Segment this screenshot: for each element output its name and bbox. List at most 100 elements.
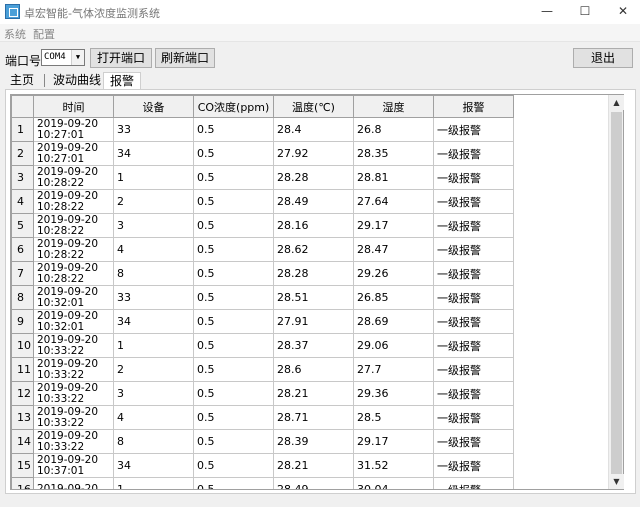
co-cell[interactable]: 0.5 (193, 429, 274, 454)
device-cell[interactable]: 4 (113, 405, 194, 430)
vertical-scrollbar[interactable]: ▲ ▼ (608, 95, 624, 489)
alarm-cell[interactable]: 一级报警 (433, 237, 514, 262)
scroll-up-icon[interactable]: ▲ (609, 95, 624, 110)
table-row[interactable]: 2 2019-09-20 10:27:01 34 0.5 27.92 28.35 一级报警 (11, 141, 611, 166)
temperature-cell[interactable]: 28.51 (273, 285, 354, 310)
time-cell[interactable]: 2019-09-20 10:33:22 (33, 429, 114, 454)
co-cell[interactable]: 0.5 (193, 189, 274, 214)
time-cell[interactable]: 2019-09-20 10:28:22 (33, 165, 114, 190)
device-cell[interactable]: 1 (113, 333, 194, 358)
alarm-cell[interactable]: 一级报警 (433, 117, 514, 142)
tab-alarm[interactable]: 报警 (103, 72, 141, 90)
temperature-cell[interactable]: 27.92 (273, 141, 354, 166)
temperature-cell[interactable]: 28.49 (273, 189, 354, 214)
alarm-cell[interactable]: 一级报警 (433, 261, 514, 286)
device-cell[interactable]: 8 (113, 261, 194, 286)
time-cell[interactable]: 2019-09-20 10:32:01 (33, 309, 114, 334)
humidity-cell[interactable]: 30.04 (353, 477, 434, 489)
co-cell[interactable]: 0.5 (193, 213, 274, 238)
table-row[interactable]: 3 2019-09-20 10:28:22 1 0.5 28.28 28.81 一级报警 (11, 165, 611, 190)
temperature-cell[interactable]: 28.28 (273, 165, 354, 190)
chevron-down-icon[interactable]: ▼ (71, 50, 84, 65)
tab-curve[interactable]: 波动曲线 (49, 72, 105, 89)
device-cell[interactable]: 2 (113, 357, 194, 382)
alarm-grid[interactable]: 时间 设备 CO浓度(ppm) 温度(℃) 湿度 报警 1 2019-09-20 1… (10, 94, 624, 490)
device-cell[interactable]: 33 (113, 285, 194, 310)
temperature-cell[interactable]: 28.39 (273, 429, 354, 454)
humidity-cell[interactable]: 28.81 (353, 165, 434, 190)
temperature-cell[interactable]: 28.21 (273, 381, 354, 406)
temperature-cell[interactable]: 28.21 (273, 453, 354, 478)
table-row[interactable]: 10 2019-09-20 10:33:22 1 0.5 28.37 29.06 一级报警 (11, 333, 611, 358)
co-cell[interactable]: 0.5 (193, 381, 274, 406)
alarm-cell[interactable]: 一级报警 (433, 165, 514, 190)
table-row[interactable]: 16 2019-09-20 1 0.5 28.49 30.04 一级报警 (11, 477, 611, 489)
alarm-cell[interactable]: 一级报警 (433, 333, 514, 358)
co-cell[interactable]: 0.5 (193, 117, 274, 142)
co-cell[interactable]: 0.5 (193, 309, 274, 334)
menu-config[interactable]: 配置 (33, 26, 55, 42)
temperature-cell[interactable]: 28.16 (273, 213, 354, 238)
co-cell[interactable]: 0.5 (193, 141, 274, 166)
co-cell[interactable]: 0.5 (193, 165, 274, 190)
col-header-device[interactable]: 设备 (113, 95, 194, 118)
time-cell[interactable]: 2019-09-20 10:32:01 (33, 285, 114, 310)
humidity-cell[interactable]: 29.17 (353, 429, 434, 454)
alarm-cell[interactable]: 一级报警 (433, 309, 514, 334)
table-row[interactable]: 7 2019-09-20 10:28:22 8 0.5 28.28 29.26 一级报警 (11, 261, 611, 286)
close-button[interactable]: ✕ (600, 0, 640, 24)
table-row[interactable]: 5 2019-09-20 10:28:22 3 0.5 28.16 29.17 一级报警 (11, 213, 611, 238)
device-cell[interactable]: 3 (113, 381, 194, 406)
table-row[interactable]: 1 2019-09-20 10:27:01 33 0.5 28.4 26.8 一级报警 (11, 117, 611, 142)
temperature-cell[interactable]: 28.71 (273, 405, 354, 430)
table-row[interactable]: 9 2019-09-20 10:32:01 34 0.5 27.91 28.69 一级报警 (11, 309, 611, 334)
open-port-button[interactable]: 打开端口 (90, 48, 152, 68)
col-header-humidity[interactable]: 湿度 (353, 95, 434, 118)
co-cell[interactable]: 0.5 (193, 477, 274, 489)
co-cell[interactable]: 0.5 (193, 261, 274, 286)
humidity-cell[interactable]: 29.06 (353, 333, 434, 358)
co-cell[interactable]: 0.5 (193, 453, 274, 478)
device-cell[interactable]: 3 (113, 213, 194, 238)
co-cell[interactable]: 0.5 (193, 357, 274, 382)
temperature-cell[interactable]: 28.4 (273, 117, 354, 142)
table-row[interactable]: 13 2019-09-20 10:33:22 4 0.5 28.71 28.5 一级报警 (11, 405, 611, 430)
humidity-cell[interactable]: 26.8 (353, 117, 434, 142)
device-cell[interactable]: 34 (113, 309, 194, 334)
humidity-cell[interactable]: 29.26 (353, 261, 434, 286)
humidity-cell[interactable]: 31.52 (353, 453, 434, 478)
table-row[interactable]: 14 2019-09-20 10:33:22 8 0.5 28.39 29.17 一级报警 (11, 429, 611, 454)
humidity-cell[interactable]: 28.69 (353, 309, 434, 334)
humidity-cell[interactable]: 27.64 (353, 189, 434, 214)
col-header-alarm[interactable]: 报警 (433, 95, 514, 118)
time-cell[interactable]: 2019-09-20 10:28:22 (33, 189, 114, 214)
table-row[interactable]: 6 2019-09-20 10:28:22 4 0.5 28.62 28.47 一级报警 (11, 237, 611, 262)
alarm-cell[interactable]: 一级报警 (433, 285, 514, 310)
co-cell[interactable]: 0.5 (193, 237, 274, 262)
humidity-cell[interactable]: 28.5 (353, 405, 434, 430)
temperature-cell[interactable]: 28.37 (273, 333, 354, 358)
device-cell[interactable]: 4 (113, 237, 194, 262)
alarm-cell[interactable]: 一级报警 (433, 213, 514, 238)
time-cell[interactable]: 2019-09-20 10:28:22 (33, 213, 114, 238)
time-cell[interactable]: 2019-09-20 10:37:01 (33, 453, 114, 478)
humidity-cell[interactable]: 26.85 (353, 285, 434, 310)
port-select[interactable]: COM4 ▼ (41, 49, 85, 66)
time-cell[interactable]: 2019-09-20 10:27:01 (33, 117, 114, 142)
table-row[interactable]: 11 2019-09-20 10:33:22 2 0.5 28.6 27.7 一级报警 (11, 357, 611, 382)
device-cell[interactable]: 34 (113, 453, 194, 478)
scroll-down-icon[interactable]: ▼ (609, 474, 624, 489)
humidity-cell[interactable]: 27.7 (353, 357, 434, 382)
humidity-cell[interactable]: 28.35 (353, 141, 434, 166)
alarm-cell[interactable]: 一级报警 (433, 453, 514, 478)
alarm-cell[interactable]: 一级报警 (433, 429, 514, 454)
col-header-co[interactable]: CO浓度(ppm) (193, 95, 274, 118)
co-cell[interactable]: 0.5 (193, 285, 274, 310)
scrollbar-thumb[interactable] (611, 112, 622, 480)
co-cell[interactable]: 0.5 (193, 405, 274, 430)
device-cell[interactable]: 8 (113, 429, 194, 454)
alarm-cell[interactable]: 一级报警 (433, 357, 514, 382)
temperature-cell[interactable]: 27.91 (273, 309, 354, 334)
table-row[interactable]: 12 2019-09-20 10:33:22 3 0.5 28.21 29.36 一级报警 (11, 381, 611, 406)
time-cell[interactable]: 2019-09-20 10:28:22 (33, 237, 114, 262)
